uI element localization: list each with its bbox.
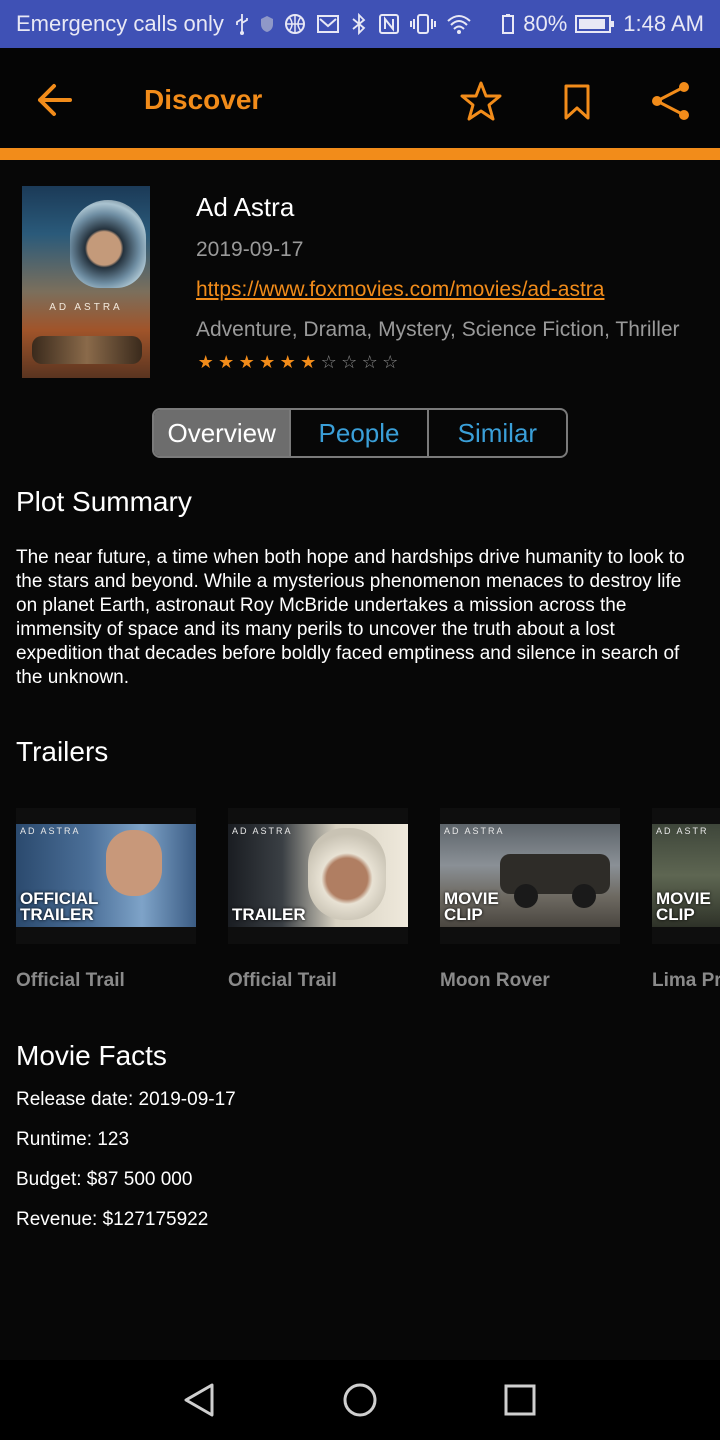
back-arrow-icon[interactable] [32,80,80,120]
poster-rover-image [32,336,142,364]
star-empty-icon: ☆ [382,352,399,372]
status-bar: Emergency calls only 80% 1:48 AM [0,0,720,48]
trailer-card[interactable]: AD ASTRA OFFICIAL TRAILER [16,808,196,944]
detail-tabs: Overview People Similar [152,408,568,458]
movie-title: Ad Astra [196,192,295,222]
tab-similar[interactable]: Similar [429,410,566,456]
trailers-heading: Trailers [16,736,109,767]
accent-divider [0,148,720,160]
battery-percent: 80% [523,11,568,36]
trailer-caption: Official Trail [16,970,125,991]
star-empty-icon: ☆ [361,352,378,372]
star-filled-icon: ★ [300,352,317,372]
favorite-star-icon[interactable] [458,78,504,124]
plot-summary-text: The near future, a time when both hope a… [16,547,685,688]
trailer-card[interactable]: AD ASTR MOVIE CLIP [652,808,720,944]
trailer-thumb-label: TRAILER [232,905,306,924]
app-bar: Discover [0,48,720,148]
trailer-thumb-label: MOVIE CLIP [444,889,499,924]
trailer-thumb-brand: AD ASTRA [232,826,293,836]
movie-poster[interactable]: AD ASTRA [22,186,150,378]
trailer-caption: Official Trail [228,970,337,991]
trailer-thumbnail: AD ASTR MOVIE CLIP [652,824,720,927]
fact-release-date: Release date: 2019-09-17 [16,1089,236,1110]
nav-recents-icon[interactable] [500,1380,540,1420]
star-filled-icon: ★ [259,352,276,372]
mail-icon [316,14,340,34]
trailer-card[interactable]: AD ASTRA TRAILER [228,808,408,944]
nav-home-icon[interactable] [340,1380,380,1420]
system-nav-bar [0,1360,720,1440]
fact-runtime: Runtime: 123 [16,1129,130,1150]
movie-genres: Adventure, Drama, Mystery, Science Ficti… [196,318,680,341]
trailer-thumb-brand: AD ASTR [656,826,709,836]
clock: 1:48 AM [623,11,704,36]
star-empty-icon: ☆ [320,352,337,372]
wifi-icon [446,13,472,35]
nav-back-icon[interactable] [180,1380,220,1420]
trailer-thumb-brand: AD ASTRA [444,826,505,836]
trailer-thumb-brand: AD ASTRA [20,826,81,836]
battery-icon [575,14,615,34]
tab-people[interactable]: People [291,410,429,456]
vibrate-icon [409,13,436,35]
star-empty-icon: ☆ [341,352,358,372]
battery-saver-icon [501,13,515,35]
movie-release-date: 2019-09-17 [196,238,304,261]
page-title: Discover [144,84,263,115]
bluetooth-icon [350,13,368,35]
star-filled-icon: ★ [238,352,255,372]
rating-stars: ★ ★ ★ ★ ★ ★ ☆ ☆ ☆ ☆ [196,352,400,372]
movie-homepage-link[interactable]: https://www.foxmovies.com/movies/ad-astr… [196,278,604,302]
shield-icon [260,15,274,33]
trailer-thumb-label: MOVIE CLIP [656,889,711,924]
trailer-thumbnail: AD ASTRA MOVIE CLIP [440,824,620,927]
tab-overview[interactable]: Overview [154,410,292,456]
trailer-caption: Lima Pr [652,970,720,991]
fact-budget: Budget: $87 500 000 [16,1169,193,1190]
star-filled-icon: ★ [279,352,296,372]
trailer-thumb-label: OFFICIAL TRAILER [20,889,99,924]
nfc-icon [378,13,400,35]
trailer-thumbnail: AD ASTRA OFFICIAL TRAILER [16,824,196,927]
trailer-card[interactable]: AD ASTRA MOVIE CLIP [440,808,620,944]
share-icon[interactable] [648,78,694,124]
usb-icon [234,13,250,35]
trailer-caption: Moon Rover [440,970,550,991]
bookmark-icon[interactable] [554,78,600,124]
poster-helmet-image [70,200,146,288]
carrier-text: Emergency calls only [16,11,224,36]
star-filled-icon: ★ [218,352,235,372]
poster-title: AD ASTRA [49,302,123,313]
star-filled-icon: ★ [197,352,214,372]
fact-revenue: Revenue: $127175922 [16,1209,209,1230]
basketball-icon [284,13,306,35]
trailer-thumbnail: AD ASTRA TRAILER [228,824,408,927]
plot-summary-heading: Plot Summary [16,486,192,517]
movie-facts-heading: Movie Facts [16,1040,167,1071]
